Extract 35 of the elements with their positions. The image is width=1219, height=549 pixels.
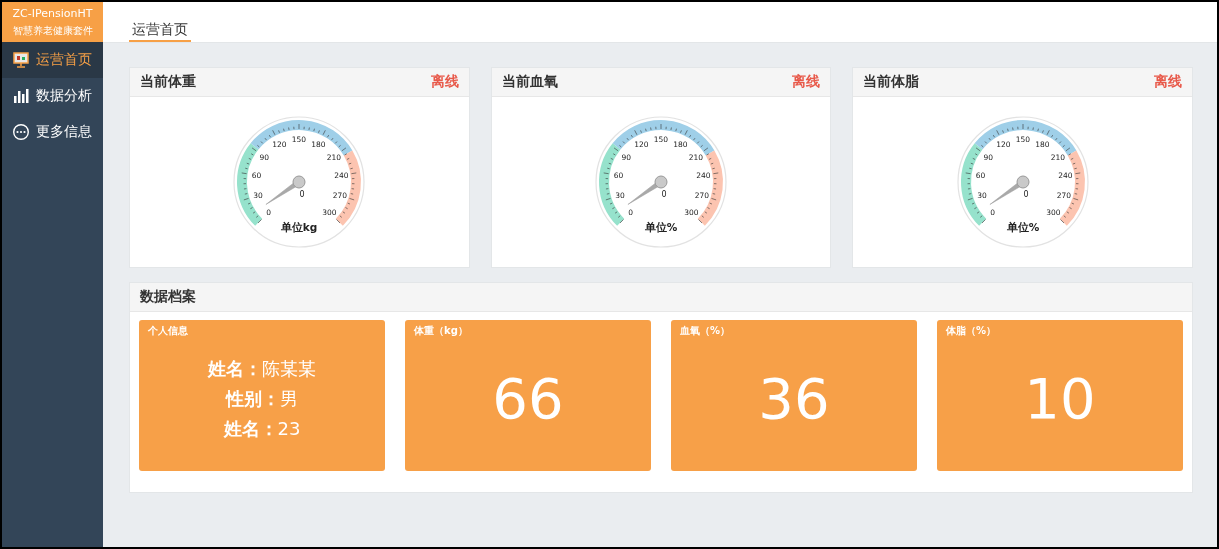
status-label: 离线	[792, 73, 821, 91]
app-subtitle: 智慧养老健康套件	[12, 23, 93, 38]
info-line: 姓名：陈某某	[208, 356, 316, 381]
gauge-needle	[989, 175, 1030, 205]
bar-chart-icon	[12, 87, 30, 105]
info-line: 姓名：23	[223, 416, 301, 441]
stat-value: 66	[491, 365, 565, 433]
card-title: 当前血氧	[501, 73, 558, 91]
monitor-icon	[12, 51, 30, 69]
gauge-unit: 单位%	[644, 221, 678, 233]
tile-title: 血氧（%）	[680, 324, 732, 338]
gauge-reading: 0	[299, 190, 305, 199]
app-title: ZC-IPensionHT	[12, 6, 93, 20]
gauge-unit: 单位%	[1006, 221, 1039, 233]
status-label: 离线	[1154, 73, 1182, 91]
stat-value: 10	[1023, 365, 1097, 433]
status-label: 离线	[430, 73, 459, 91]
stat-value: 36	[757, 365, 831, 433]
info-line: 性别：男	[226, 386, 298, 411]
tile-title: 体脂（%）	[946, 324, 998, 338]
gauge-unit: 单位kg	[281, 221, 318, 233]
sidebar-item[interactable]: 更多信息	[2, 114, 103, 150]
more-icon	[12, 123, 30, 141]
card-title: 当前体重	[140, 73, 196, 91]
tile-title: 个人信息	[148, 324, 189, 338]
card-title: 当前体脂	[863, 73, 920, 91]
card-title: 数据档案	[140, 288, 196, 306]
tile-title: 体重（kg）	[414, 324, 469, 338]
gauge-reading: 0	[661, 190, 667, 199]
gauge-reading: 0	[1023, 190, 1029, 199]
sidebar-item[interactable]: 运营首页	[2, 42, 103, 78]
page-tab[interactable]: 运营首页	[129, 21, 191, 42]
gauge-needle	[627, 175, 668, 205]
gauge-needle	[266, 175, 306, 205]
sidebar-item[interactable]: 数据分析	[2, 78, 103, 114]
